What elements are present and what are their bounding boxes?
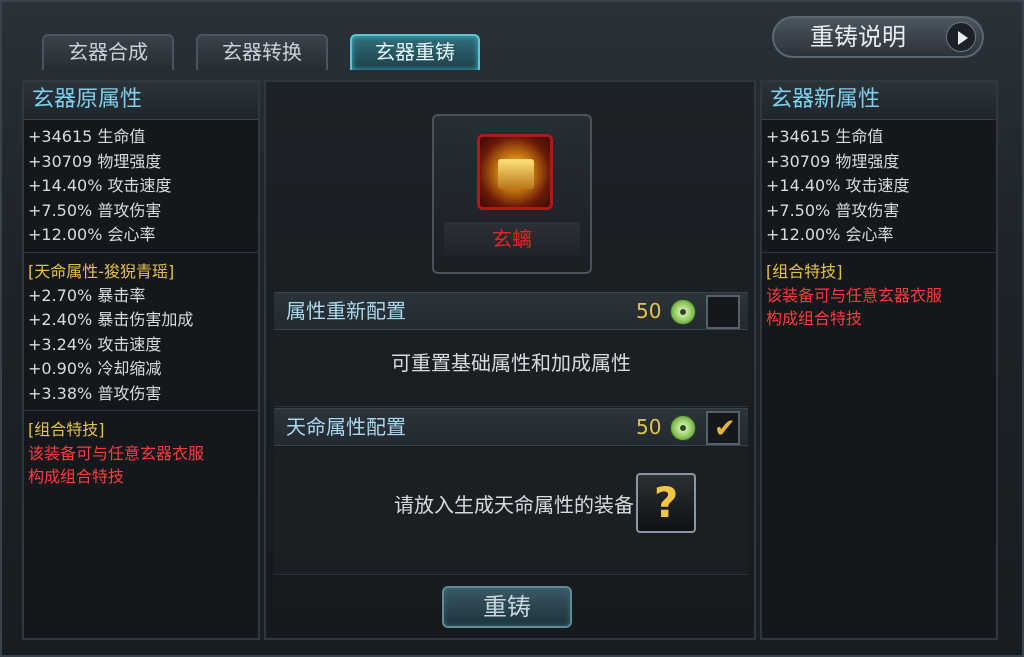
combo-skill-desc: 构成组合特技 [766,308,863,328]
combo-skill-title: [组合特技] [28,420,105,439]
new-attributes-title: 玄器新属性 [762,82,996,120]
attr-line: +30709 物理强度 [766,151,900,171]
attr-line: +14.40% 攻击速度 [766,176,910,195]
attr-line: +12.00% 会心率 [28,225,156,244]
item-name: 玄螭 [444,222,580,256]
tab-conversion[interactable]: 玄器转换 [196,34,328,70]
attr-line: +3.38% 普攻伤害 [28,383,162,403]
attribute-reconfig-cost: 50 [636,299,662,323]
original-base-attrs: +34615 生命值 +30709 物理强度 +14.40% 攻击速度 +7.5… [24,120,258,248]
recast-explain-button[interactable]: 重铸说明 [772,16,984,58]
relic-item-icon [477,134,553,210]
new-attributes-panel: 玄器新属性 +34615 生命值 +30709 物理强度 +14.40% 攻击速… [760,80,998,640]
explain-button-label: 重铸说明 [810,23,906,51]
recast-window: 玄器合成 玄器转换 玄器重铸 重铸说明 玄器原属性 +34615 生命值 +30… [0,0,1024,657]
attribute-reconfig-row: 属性重新配置 50 [274,292,748,330]
original-attributes-title: 玄器原属性 [24,82,258,120]
fate-attrs-section: [天命属性-狻猊青瑶] +2.70% 暴击率 +2.40% 暴击伤害加成 +3.… [24,251,258,407]
fate-reconfig-desc: 请放入生成天命属性的装备 [394,493,634,517]
attribute-reconfig-checkbox[interactable] [706,295,740,329]
jade-coin-icon [670,299,696,325]
recast-button[interactable]: 重铸 [442,586,572,628]
combo-skill-section: [组合特技] 该装备可与任意玄器衣服 构成组合特技 [24,410,258,488]
attr-line: +34615 生命值 [28,127,146,146]
combo-skill-desc: 该装备可与任意玄器衣服 [766,285,943,305]
combo-skill-title: [组合特技] [766,261,843,281]
fate-reconfig-row: 天命属性配置 50 ✔ [274,408,748,446]
fate-reconfig-label: 天命属性配置 [286,415,406,439]
attribute-reconfig-desc-box: 可重置基础属性和加成属性 [274,331,748,407]
attr-line: +3.24% 攻击速度 [28,334,162,354]
attr-line: +2.40% 暴击伤害加成 [28,310,194,329]
attribute-reconfig-label: 属性重新配置 [286,299,406,323]
help-icon[interactable]: ? [636,473,696,533]
fate-attrs-title: [天命属性-狻猊青瑶] [28,261,175,281]
jade-coin-icon [670,415,696,441]
new-base-attrs: +34615 生命值 +30709 物理强度 +14.40% 攻击速度 +7.5… [762,120,996,248]
attr-line: +2.70% 暴击率 [28,285,146,305]
combo-skill-desc: 该装备可与任意玄器衣服 [28,444,205,463]
attr-line: +7.50% 普攻伤害 [28,200,162,220]
attr-line: +34615 生命值 [766,127,884,146]
attr-line: +14.40% 攻击速度 [28,176,172,195]
tab-recast[interactable]: 玄器重铸 [350,34,480,70]
attr-line: +7.50% 普攻伤害 [766,200,900,220]
fate-attrs-list: +2.70% 暴击率 +2.40% 暴击伤害加成 +3.24% 攻击速度 +0.… [24,284,258,407]
new-combo-skill-section: [组合特技] 该装备可与任意玄器衣服 构成组合特技 [762,251,996,330]
play-arrow-icon [946,22,976,52]
attr-line: +0.90% 冷却缩减 [28,359,162,378]
checkmark-icon: ✔ [714,414,736,444]
attribute-reconfig-desc: 可重置基础属性和加成属性 [391,351,631,375]
fate-reconfig-cost: 50 [636,415,662,439]
item-slot[interactable]: 玄螭 [432,114,592,274]
tab-synthesis[interactable]: 玄器合成 [42,34,174,70]
fate-reconfig-checkbox[interactable]: ✔ [706,411,740,445]
fate-reconfig-desc-box: 请放入生成天命属性的装备 ? [274,447,748,575]
combo-skill-desc: 构成组合特技 [28,467,125,486]
attr-line: +30709 物理强度 [28,151,162,171]
original-attributes-panel: 玄器原属性 +34615 生命值 +30709 物理强度 +14.40% 攻击速… [22,80,260,640]
attr-line: +12.00% 会心率 [766,225,894,244]
recast-center-panel: 玄螭 属性重新配置 50 可重置基础属性和加成属性 天命属性配置 50 ✔ 请放… [264,80,756,640]
